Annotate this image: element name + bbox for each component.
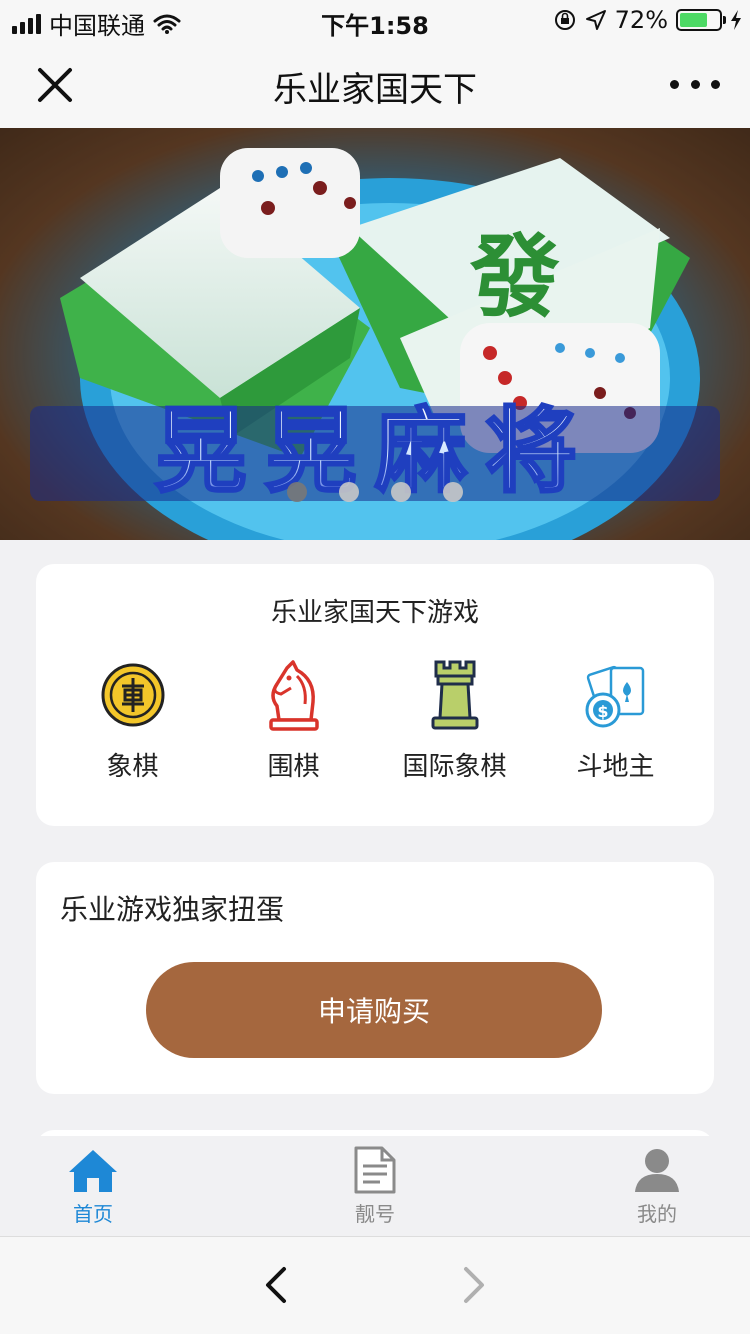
nav-bar: 乐业家国天下 bbox=[0, 40, 750, 128]
game-label: 斗地主 bbox=[576, 752, 655, 782]
carousel-dot[interactable] bbox=[339, 482, 359, 502]
carousel-dot[interactable] bbox=[443, 482, 463, 502]
document-icon bbox=[354, 1146, 396, 1194]
page-title: 乐业家国天下 bbox=[273, 70, 477, 110]
tab-label: 靓号 bbox=[355, 1202, 395, 1226]
carousel-indicator bbox=[0, 482, 750, 502]
game-item-chess[interactable]: 国际象棋 bbox=[374, 658, 535, 783]
gacha-card: 乐业游戏独家扭蛋 申请购买 bbox=[36, 862, 714, 1094]
location-icon bbox=[585, 10, 606, 30]
battery-fill bbox=[680, 13, 708, 27]
chevron-left-icon[interactable] bbox=[258, 1265, 294, 1305]
status-right: 72% bbox=[553, 6, 742, 34]
banner-carousel[interactable]: 發 晃晃麻将 bbox=[0, 128, 750, 540]
chinese-chess-icon bbox=[99, 658, 167, 732]
games-grid: 象棋 围棋 国际象棋 $ 斗地主 bbox=[36, 658, 714, 783]
svg-text:$: $ bbox=[597, 702, 608, 721]
orientation-lock-icon bbox=[554, 10, 575, 30]
tab-home[interactable]: 首页 bbox=[33, 1146, 153, 1227]
browser-toolbar bbox=[0, 1236, 750, 1334]
svg-text:發: 發 bbox=[469, 224, 560, 330]
tab-liang[interactable]: 靓号 bbox=[315, 1146, 435, 1227]
user-icon bbox=[635, 1149, 679, 1192]
more-icon[interactable] bbox=[670, 70, 720, 98]
game-item-xiangqi[interactable]: 象棋 bbox=[52, 658, 213, 783]
rook-icon bbox=[421, 658, 489, 732]
tab-label: 我的 bbox=[637, 1202, 677, 1226]
battery-percent: 72% bbox=[614, 6, 668, 34]
apply-purchase-button[interactable]: 申请购买 bbox=[146, 962, 602, 1058]
game-label: 围棋 bbox=[267, 752, 320, 782]
game-item-doudizhu[interactable]: $ 斗地主 bbox=[535, 658, 696, 783]
knight-icon bbox=[260, 658, 328, 732]
charging-icon bbox=[731, 10, 741, 30]
chevron-right-icon[interactable] bbox=[456, 1265, 492, 1305]
status-bar: 中国联通 下午1:58 72% bbox=[0, 0, 750, 40]
home-icon bbox=[69, 1150, 117, 1192]
banner-image: 發 晃晃麻将 bbox=[0, 128, 750, 540]
tab-label: 首页 bbox=[73, 1202, 113, 1226]
gacha-card-title: 乐业游戏独家扭蛋 bbox=[60, 893, 285, 926]
tab-bar: 首页 靓号 我的 bbox=[0, 1136, 750, 1236]
game-item-weiqi[interactable]: 围棋 bbox=[213, 658, 374, 783]
battery-icon bbox=[676, 9, 726, 31]
carousel-dot[interactable] bbox=[287, 482, 307, 502]
cards-icon: $ bbox=[582, 658, 650, 732]
carousel-dot[interactable] bbox=[391, 482, 411, 502]
games-card: 乐业家国天下游戏 象棋 围棋 国际象棋 $ 斗地主 bbox=[36, 564, 714, 826]
game-label: 象棋 bbox=[106, 752, 159, 782]
game-label: 国际象棋 bbox=[402, 752, 507, 782]
tab-mine[interactable]: 我的 bbox=[597, 1146, 717, 1227]
games-card-title: 乐业家国天下游戏 bbox=[270, 598, 479, 628]
